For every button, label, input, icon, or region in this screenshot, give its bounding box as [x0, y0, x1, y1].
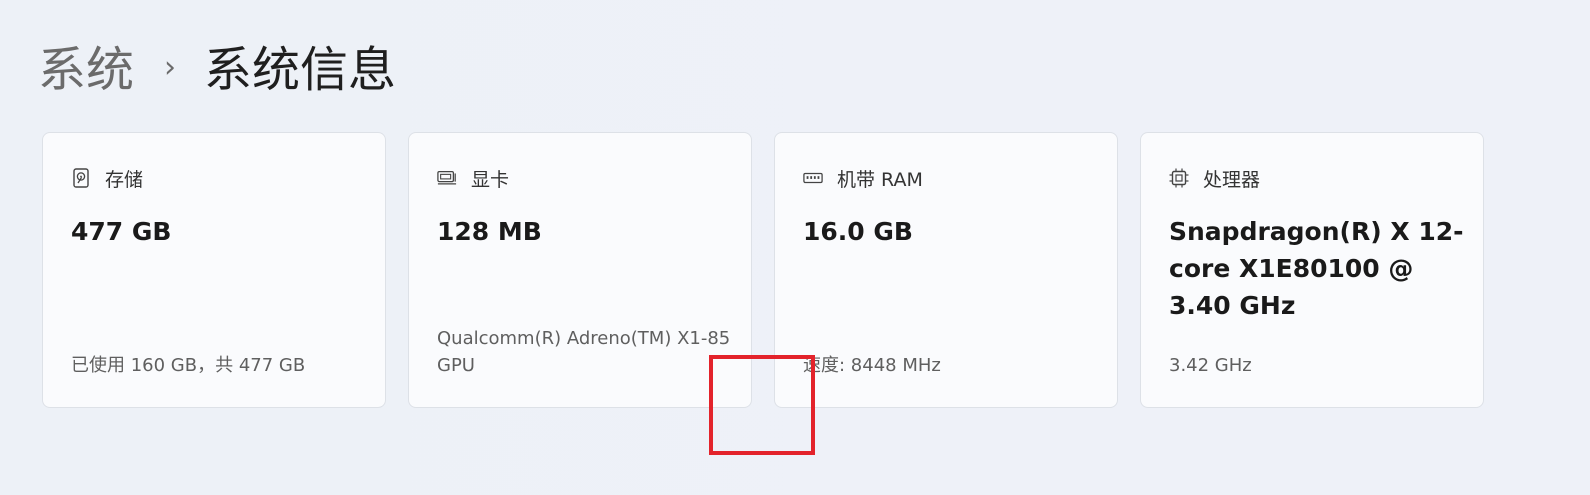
storage-card-value: 477 GB [71, 217, 172, 246]
graphics-card-detail: Qualcomm(R) Adreno(TM) X1-85 GPU [437, 328, 731, 376]
system-info-page: 系统 › 系统信息 存储 477 GB 已使用 160 GB，共 477 GB [0, 0, 1590, 495]
page-title: 系统信息 [204, 42, 397, 98]
graphics-card-icon [437, 168, 457, 188]
storage-card[interactable]: 存储 477 GB 已使用 160 GB，共 477 GB [42, 132, 386, 408]
processor-card-value: Snapdragon(R) X 12-core X1E80100 @ 3.40 … [1169, 217, 1464, 320]
graphics-card[interactable]: 显卡 128 MB Qualcomm(R) Adreno(TM) X1-85 G… [408, 132, 752, 408]
graphics-card-header: 显卡 [437, 165, 509, 191]
storage-icon [71, 168, 91, 188]
ram-card-title: 机带 RAM [837, 168, 923, 191]
spec-cards: 存储 477 GB 已使用 160 GB，共 477 GB 显卡 128 MB [42, 132, 1484, 408]
ram-card-detail: 速度: 8448 MHz [803, 355, 941, 376]
graphics-card-title: 显卡 [471, 168, 510, 191]
storage-card-detail: 已使用 160 GB，共 477 GB [71, 355, 306, 376]
processor-card-title: 处理器 [1203, 168, 1261, 191]
memory-icon [803, 168, 823, 188]
storage-card-title: 存储 [105, 168, 144, 191]
ram-card-header: 机带 RAM [803, 165, 923, 191]
breadcrumb: 系统 › 系统信息 [38, 38, 396, 102]
processor-card[interactable]: 处理器 Snapdragon(R) X 12-core X1E80100 @ 3… [1140, 132, 1484, 408]
ram-card-value: 16.0 GB [803, 217, 913, 246]
breadcrumb-parent-system[interactable]: 系统 [38, 38, 134, 102]
ram-card[interactable]: 机带 RAM 16.0 GB 速度: 8448 MHz [774, 132, 1118, 408]
storage-card-header: 存储 [71, 165, 143, 191]
processor-card-detail: 3.42 GHz [1169, 355, 1252, 376]
graphics-card-value: 128 MB [437, 217, 542, 246]
breadcrumb-separator-icon: › [164, 50, 177, 85]
processor-icon [1169, 168, 1189, 188]
processor-card-header: 处理器 [1169, 165, 1260, 191]
